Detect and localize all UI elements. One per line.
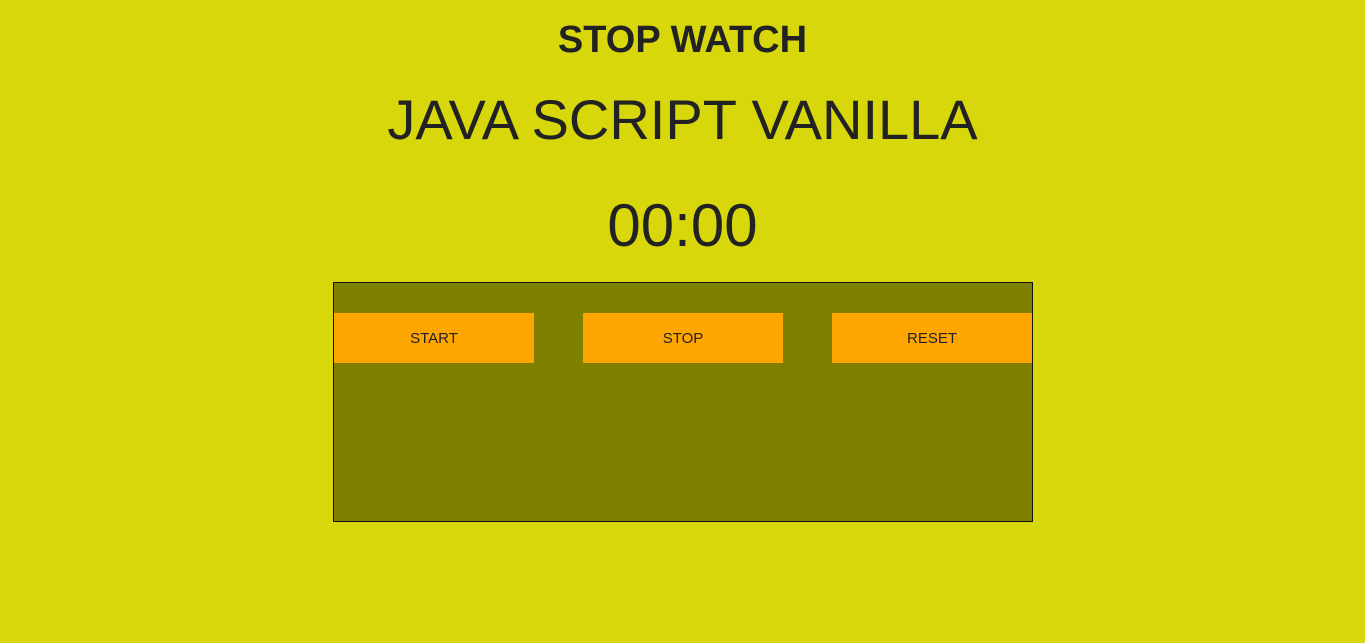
page-subtitle: JAVA SCRIPT VANILLA [387, 88, 978, 151]
stop-button[interactable]: STOP [583, 313, 783, 363]
controls-panel: START STOP RESET [333, 282, 1033, 522]
reset-button[interactable]: RESET [832, 313, 1032, 363]
page-title: STOP WATCH [557, 19, 808, 61]
timer-display: 00:00 [607, 192, 758, 259]
start-button[interactable]: START [334, 313, 534, 363]
